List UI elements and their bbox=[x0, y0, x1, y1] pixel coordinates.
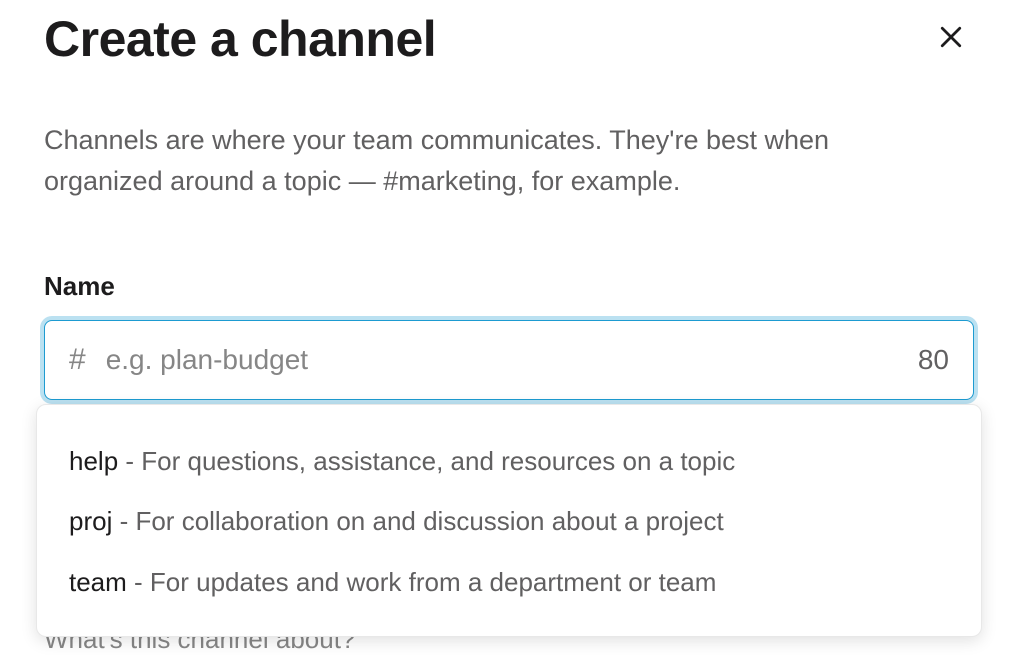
suggestions-popover: help - For questions, assistance, and re… bbox=[36, 404, 982, 637]
suggestion-prefix: help bbox=[69, 446, 118, 476]
modal-title: Create a channel bbox=[44, 10, 436, 68]
suggestion-prefix: proj bbox=[69, 506, 112, 536]
suggestion-item-proj[interactable]: proj - For collaboration on and discussi… bbox=[37, 491, 981, 551]
modal-description: Channels are where your team communicate… bbox=[44, 120, 914, 201]
hash-icon: # bbox=[69, 343, 86, 377]
suggestion-prefix: team bbox=[69, 567, 127, 597]
close-button[interactable] bbox=[928, 14, 974, 63]
close-icon bbox=[936, 22, 966, 55]
modal-header: Create a channel bbox=[44, 0, 974, 68]
suggestion-item-help[interactable]: help - For questions, assistance, and re… bbox=[37, 431, 981, 491]
channel-name-input[interactable] bbox=[106, 344, 918, 376]
suggestion-desc: - For questions, assistance, and resourc… bbox=[118, 446, 735, 476]
suggestion-desc: - For collaboration on and discussion ab… bbox=[112, 506, 723, 536]
char-count: 80 bbox=[918, 344, 949, 376]
suggestion-desc: - For updates and work from a department… bbox=[127, 567, 717, 597]
name-input-wrapper: # 80 help - For questions, assistance, a… bbox=[44, 320, 974, 400]
name-label: Name bbox=[44, 271, 974, 302]
suggestion-item-team[interactable]: team - For updates and work from a depar… bbox=[37, 552, 981, 612]
create-channel-modal: Create a channel Channels are where your… bbox=[0, 0, 1018, 655]
name-input-box[interactable]: # 80 bbox=[44, 320, 974, 400]
